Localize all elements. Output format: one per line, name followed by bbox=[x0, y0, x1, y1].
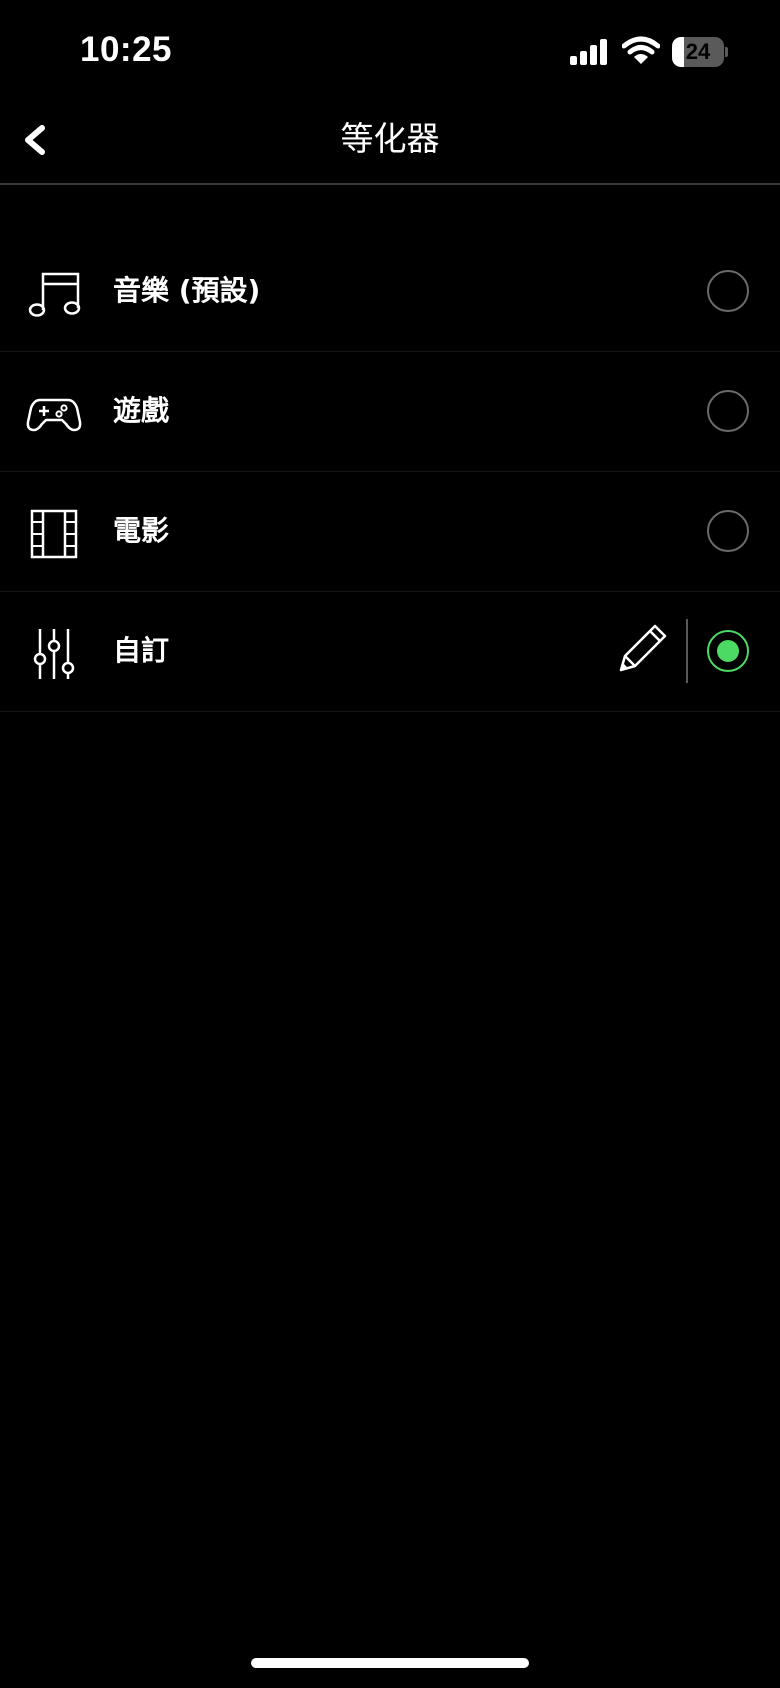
wifi-icon bbox=[622, 36, 660, 64]
preset-label: 電影 bbox=[113, 514, 170, 547]
battery-icon: 24 bbox=[672, 37, 728, 67]
divider bbox=[686, 619, 688, 683]
radio-button[interactable] bbox=[707, 390, 749, 432]
gamepad-icon bbox=[26, 398, 82, 432]
status-bar: 10:25 24 bbox=[0, 0, 780, 100]
preset-row-game[interactable]: 遊戲 bbox=[0, 352, 780, 472]
status-time: 10:25 bbox=[80, 30, 173, 69]
preset-label: 音樂 (預設) bbox=[113, 274, 261, 307]
radio-selected-dot bbox=[717, 640, 739, 662]
battery-level: 24 bbox=[685, 39, 711, 64]
cellular-signal-icon bbox=[570, 39, 607, 65]
edit-button[interactable] bbox=[613, 620, 669, 676]
nav-bar: 等化器 bbox=[0, 100, 780, 185]
radio-button[interactable] bbox=[707, 270, 749, 312]
preset-label: 自訂 bbox=[113, 634, 170, 667]
back-button[interactable] bbox=[6, 110, 66, 170]
preset-row-music[interactable]: 音樂 (預設) bbox=[0, 232, 780, 352]
page-title: 等化器 bbox=[340, 119, 440, 158]
equalizer-preset-list: 音樂 (預設) 遊戲 電影 自訂 bbox=[0, 232, 780, 712]
preset-row-custom[interactable]: 自訂 bbox=[0, 592, 780, 712]
sliders-icon bbox=[33, 629, 75, 679]
home-indicator[interactable] bbox=[251, 1658, 529, 1668]
radio-button-selected[interactable] bbox=[707, 630, 749, 672]
preset-row-movie[interactable]: 電影 bbox=[0, 472, 780, 592]
music-note-icon bbox=[28, 272, 81, 317]
film-icon bbox=[30, 509, 78, 559]
chevron-left-icon bbox=[25, 125, 45, 155]
preset-label: 遊戲 bbox=[113, 394, 170, 427]
pencil-icon bbox=[619, 624, 667, 672]
radio-button[interactable] bbox=[707, 510, 749, 552]
